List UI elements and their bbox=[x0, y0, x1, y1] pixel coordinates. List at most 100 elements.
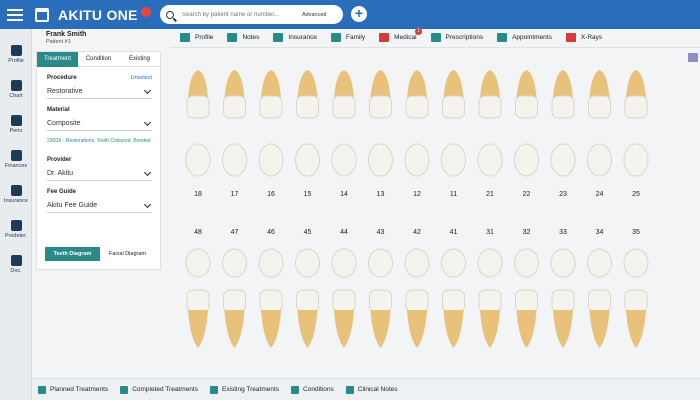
home-icon bbox=[273, 33, 284, 42]
tooth-occlusal bbox=[514, 143, 539, 177]
unselect-link[interactable]: Unselect bbox=[131, 75, 152, 81]
topnav-insurance[interactable]: Insurance bbox=[273, 33, 317, 42]
upper-tooth[interactable] bbox=[185, 70, 211, 177]
menu-icon[interactable] bbox=[0, 0, 30, 29]
money-icon bbox=[10, 150, 22, 161]
nav-finances[interactable]: Finances bbox=[0, 142, 32, 169]
tooth-occlusal bbox=[477, 248, 503, 278]
lower-tooth[interactable] bbox=[477, 248, 503, 348]
patient-name: Frank Smith bbox=[46, 31, 87, 38]
upper-tooth[interactable] bbox=[258, 70, 284, 177]
nav-profile[interactable]: Profile bbox=[0, 37, 32, 64]
nav-chart[interactable]: Chart bbox=[0, 72, 32, 99]
search-icon bbox=[166, 10, 174, 19]
upper-tooth[interactable] bbox=[368, 70, 393, 177]
nav-insurance[interactable]: Insurance bbox=[0, 177, 32, 204]
tooth-occlusal bbox=[258, 248, 284, 278]
topnav-notes[interactable]: Notes bbox=[227, 33, 259, 42]
add-button[interactable]: + bbox=[351, 6, 367, 22]
lower-tooth[interactable] bbox=[587, 248, 612, 348]
chevron-down-icon bbox=[143, 168, 152, 176]
calendar-icon[interactable] bbox=[35, 7, 49, 22]
advanced-search-link[interactable]: Advanced bbox=[302, 12, 326, 18]
lower-tooth[interactable] bbox=[258, 248, 284, 348]
upper-tooth[interactable] bbox=[477, 70, 503, 177]
search-input[interactable] bbox=[182, 11, 302, 18]
app-brand: AKITU ONE bbox=[58, 6, 138, 23]
toolbox-icon[interactable] bbox=[688, 53, 698, 62]
topnav-profile[interactable]: Profile bbox=[180, 33, 213, 42]
pills-icon bbox=[430, 33, 441, 42]
provider-select[interactable]: Dr. Akitu bbox=[47, 167, 152, 181]
planned-treatments-tab[interactable]: Planned Treatments bbox=[38, 385, 108, 394]
nav-predeter[interactable]: Predeter. bbox=[0, 212, 32, 239]
upper-tooth[interactable] bbox=[623, 70, 649, 177]
clinical-notes-tab[interactable]: Clinical Notes bbox=[345, 385, 398, 394]
tooth-number: 34 bbox=[596, 229, 604, 236]
search-bar[interactable]: Advanced bbox=[160, 5, 343, 24]
teeth-diagram-tab[interactable]: Teeth Diagram bbox=[45, 247, 100, 261]
tooth-crown bbox=[551, 95, 575, 119]
upper-tooth[interactable] bbox=[587, 70, 612, 177]
tooth-occlusal bbox=[587, 143, 612, 177]
upper-tooth[interactable] bbox=[331, 70, 357, 177]
completed-treatments-tab[interactable]: Completed Treatments bbox=[120, 385, 198, 394]
lower-tooth[interactable] bbox=[550, 248, 576, 348]
tooth-root bbox=[516, 310, 537, 348]
fee-guide-select[interactable]: Akitu Fee Guide bbox=[47, 199, 152, 213]
fee-guide-label: Fee Guide bbox=[47, 189, 77, 195]
tooth-root bbox=[516, 70, 537, 98]
lower-tooth[interactable] bbox=[514, 248, 539, 348]
upper-tooth[interactable] bbox=[222, 70, 247, 177]
nav-doc[interactable]: Doc. bbox=[0, 247, 32, 274]
nav-perio[interactable]: Perio bbox=[0, 107, 32, 134]
left-nav: Profile Chart Perio Finances Insurance P… bbox=[0, 29, 32, 400]
list-icon bbox=[38, 385, 46, 394]
lower-tooth[interactable] bbox=[185, 248, 211, 348]
profile-card-icon bbox=[180, 33, 190, 42]
lower-tooth[interactable] bbox=[623, 248, 649, 348]
material-select[interactable]: Composite bbox=[47, 117, 152, 131]
tooth-crown bbox=[259, 289, 283, 313]
upper-tooth[interactable] bbox=[550, 70, 576, 177]
topnav-prescriptions[interactable]: Prescriptions bbox=[430, 33, 483, 42]
topnav-family[interactable]: Family bbox=[330, 33, 365, 42]
document-icon bbox=[10, 220, 22, 231]
tooth-number: 11 bbox=[450, 191, 457, 198]
upper-tooth[interactable] bbox=[514, 70, 539, 177]
tab-condition[interactable]: Condition bbox=[78, 52, 119, 67]
tab-treatment[interactable]: Treatment bbox=[37, 52, 78, 67]
tooth-number: 32 bbox=[523, 229, 531, 236]
existing-treatments-tab[interactable]: Existing Treatments bbox=[209, 385, 279, 394]
lower-tooth[interactable] bbox=[295, 248, 320, 348]
tab-existing[interactable]: Existing bbox=[119, 52, 160, 67]
tooth-number: 46 bbox=[267, 229, 275, 236]
procedure-select[interactable]: Restorative bbox=[47, 85, 152, 99]
upper-tooth[interactable] bbox=[404, 70, 430, 177]
upper-tooth[interactable] bbox=[441, 70, 466, 177]
lower-tooth[interactable] bbox=[222, 248, 247, 348]
conditions-tab[interactable]: Conditions bbox=[291, 385, 334, 394]
top-bar: AKITU ONE Advanced + bbox=[0, 0, 700, 29]
topnav-xrays[interactable]: X-Rays bbox=[565, 33, 602, 42]
medical-kit-icon bbox=[291, 385, 300, 394]
lower-tooth[interactable] bbox=[331, 248, 357, 348]
tooth-crown bbox=[223, 95, 246, 119]
tooth-crown bbox=[515, 95, 538, 119]
tooth-occlusal bbox=[331, 143, 357, 177]
tooth-occlusal bbox=[441, 143, 466, 177]
home-icon bbox=[10, 185, 22, 196]
upper-tooth[interactable] bbox=[295, 70, 320, 177]
tooth-crown bbox=[405, 289, 429, 313]
lower-tooth[interactable] bbox=[368, 248, 393, 348]
topnav-appointments[interactable]: Appointments bbox=[497, 33, 552, 42]
tooth-occlusal bbox=[222, 248, 247, 278]
lower-tooth[interactable] bbox=[441, 248, 466, 348]
pencil-icon bbox=[227, 33, 238, 42]
facial-diagram-tab[interactable]: Facial Diagram bbox=[100, 247, 155, 261]
tooth-number: 25 bbox=[632, 191, 640, 198]
tooth-occlusal bbox=[514, 248, 539, 278]
topnav-medical[interactable]: Medical 1 bbox=[379, 28, 423, 42]
lower-tooth[interactable] bbox=[404, 248, 430, 348]
patient-header: Frank Smith Patient #1 bbox=[46, 31, 86, 45]
